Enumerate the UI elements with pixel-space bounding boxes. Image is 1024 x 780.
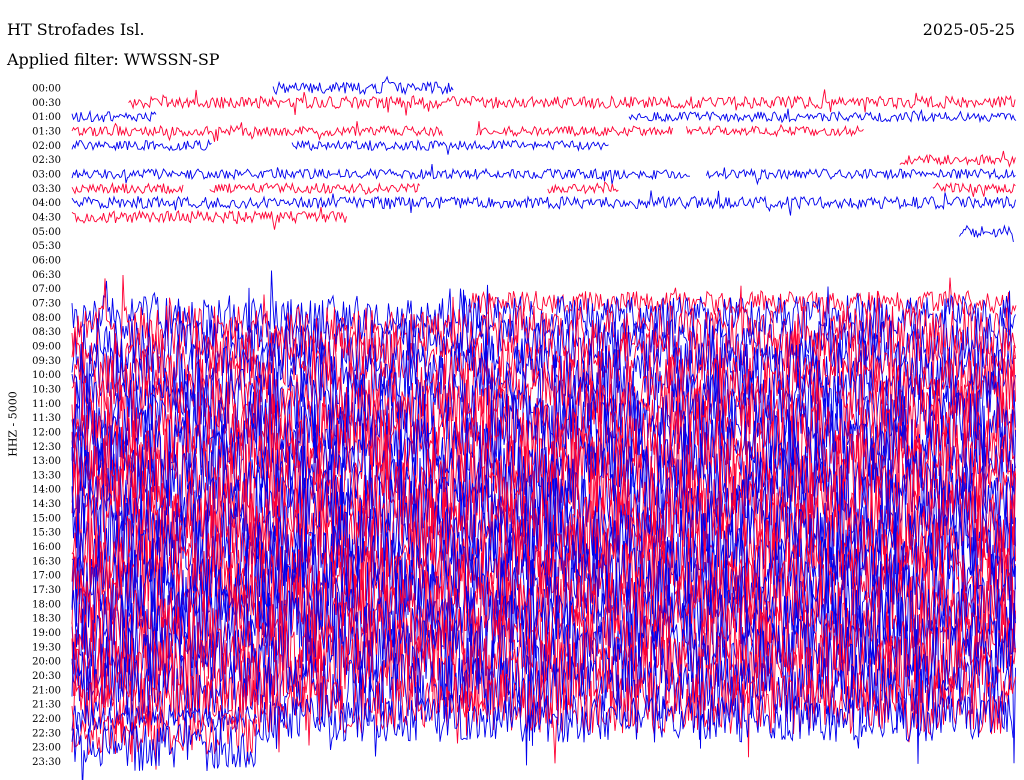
tick-label: 19:00: [32, 628, 61, 639]
tick-label: 13:30: [32, 470, 61, 481]
trace-segment: [71, 121, 443, 142]
tick-label: 22:30: [32, 728, 61, 739]
trace-layer: [71, 75, 1017, 780]
tick-label: 06:00: [32, 255, 61, 266]
tick-label: 23:30: [32, 757, 61, 768]
tick-label: 12:00: [32, 427, 61, 438]
tick-label: 17:00: [32, 571, 61, 582]
tick-label: 00:30: [32, 98, 61, 109]
seismogram-page: HT Strofades Isl. 2025-05-25 Applied fil…: [0, 0, 1024, 780]
tick-label: 15:30: [32, 528, 61, 539]
trace-segment: [71, 138, 212, 152]
tick-label: 08:30: [32, 327, 61, 338]
trace-segment: [71, 206, 347, 230]
tick-label: 15:00: [32, 513, 61, 524]
trace-segment: [128, 89, 1016, 116]
trace-segment: [959, 224, 1014, 242]
tick-label: 00:00: [32, 84, 61, 95]
tick-label: 19:30: [32, 642, 61, 653]
tick-label: 07:30: [32, 298, 61, 309]
tick-label: 03:00: [32, 169, 61, 180]
trace-segment: [686, 123, 864, 138]
trace-segment: [272, 75, 454, 96]
tick-label: 17:30: [32, 585, 61, 596]
tick-label: 09:30: [32, 356, 61, 367]
tick-label: 14:00: [32, 485, 61, 496]
tick-label: 10:30: [32, 384, 61, 395]
trace-segment: [71, 109, 157, 123]
tick-label: 18:00: [32, 599, 61, 610]
trace-segment: [209, 181, 421, 196]
trace-segment: [475, 121, 673, 138]
tick-label: 21:30: [32, 700, 61, 711]
tick-label: 23:00: [32, 743, 61, 754]
tick-label: 16:30: [32, 556, 61, 567]
tick-label: 21:00: [32, 685, 61, 696]
tick-label: 02:00: [32, 141, 61, 152]
trace-segment: [705, 167, 1016, 186]
helicorder-plot: 00:00 00:30 01:00 01:30 02:00 02:30 03:00 03:30…: [32, 75, 1017, 780]
tick-label: 22:00: [32, 714, 61, 725]
tick-label: 01:00: [32, 112, 61, 123]
tick-label: 04:00: [32, 198, 61, 209]
tick-label: 11:30: [32, 413, 61, 424]
trace-segment: [628, 108, 1017, 124]
tick-label: 13:00: [32, 456, 61, 467]
tick-label: 14:30: [32, 499, 61, 510]
tick-label: 07:00: [32, 284, 61, 295]
tick-label: 20:30: [32, 671, 61, 682]
tick-label: 16:00: [32, 542, 61, 553]
time-tick-labels: 00:00 00:30 01:00 01:30 02:00 02:30 03:00 03:30…: [32, 84, 61, 769]
tick-label: 05:00: [32, 227, 61, 238]
tick-label: 04:30: [32, 212, 61, 223]
tick-label: 09:00: [32, 341, 61, 352]
tick-label: 08:00: [32, 313, 61, 324]
tick-label: 06:30: [32, 270, 61, 281]
tick-label: 01:30: [32, 126, 61, 137]
trace-segment: [71, 163, 690, 185]
tick-label: 03:30: [32, 184, 61, 195]
tick-label: 20:00: [32, 657, 61, 668]
tick-label: 11:00: [32, 399, 61, 410]
tick-label: 10:00: [32, 370, 61, 381]
tick-label: 02:30: [32, 155, 61, 166]
trace-segment: [547, 181, 619, 195]
tick-label: 05:30: [32, 241, 61, 252]
trace-segment: [71, 190, 1016, 216]
trace-segment: [291, 139, 609, 155]
tick-label: 18:30: [32, 614, 61, 625]
trace-segment: [71, 181, 184, 195]
trace-segment: [899, 150, 1016, 168]
tick-label: 12:30: [32, 442, 61, 453]
